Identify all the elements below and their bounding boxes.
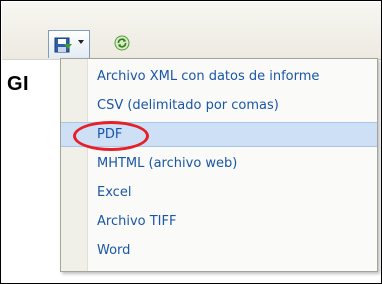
report-toolbar: [2, 2, 381, 60]
report-viewer-frame: GI Archivo XML con datos de informe CSV …: [0, 0, 382, 284]
menu-item-xml[interactable]: Archivo XML con datos de informe: [61, 64, 377, 89]
menu-item-mhtml[interactable]: MHTML (archivo web): [61, 151, 377, 176]
menu-item-tiff[interactable]: Archivo TIFF: [61, 209, 377, 234]
menu-item-excel[interactable]: Excel: [61, 180, 377, 205]
chevron-down-icon[interactable]: [78, 40, 84, 44]
export-format-menu: Archivo XML con datos de informe CSV (de…: [60, 58, 378, 272]
refresh-icon[interactable]: [114, 35, 130, 55]
export-button[interactable]: [48, 30, 90, 58]
report-title: GI: [7, 73, 30, 95]
menu-item-word[interactable]: Word: [61, 238, 377, 263]
menu-item-pdf[interactable]: PDF: [61, 122, 377, 147]
menu-item-csv[interactable]: CSV (delimitado por comas): [61, 93, 377, 118]
save-disk-icon: [54, 37, 72, 53]
